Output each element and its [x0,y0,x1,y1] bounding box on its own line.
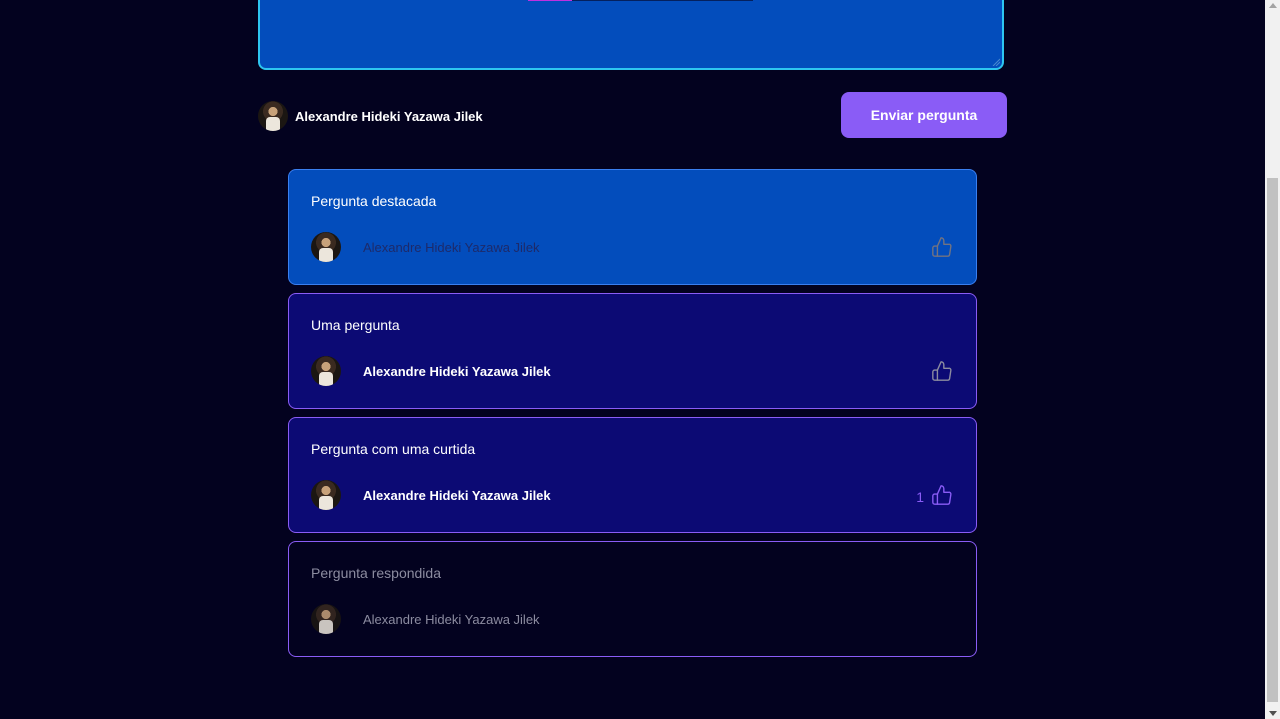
thumbs-up-icon [932,237,952,257]
question-footer: Alexandre Hideki Yazawa Jilek [311,604,954,634]
text-selection-mark [528,0,572,1]
question-list: Pergunta destacada Alexandre Hideki Yaza… [288,169,977,665]
question-author-name: Alexandre Hideki Yazawa Jilek [363,611,540,627]
like-area [924,356,954,386]
scroll-down-icon[interactable] [1269,711,1277,716]
question-content: Uma pergunta [311,317,400,333]
question-footer: Alexandre Hideki Yazawa Jilek [311,356,954,386]
question-author-avatar [311,232,341,262]
question-content: Pergunta respondida [311,565,441,581]
like-count: 1 [916,489,924,505]
question-author-name: Alexandre Hideki Yazawa Jilek [363,487,551,503]
question-author-name: Alexandre Hideki Yazawa Jilek [363,239,540,255]
user-name: Alexandre Hideki Yazawa Jilek [295,108,483,124]
send-question-button[interactable]: Enviar pergunta [841,92,1007,138]
question-footer: Alexandre Hideki Yazawa Jilek 1 [311,480,954,510]
text-caret-line [572,0,753,1]
question-card-liked: Pergunta com uma curtida Alexandre Hidek… [288,417,977,533]
like-area: 1 [916,480,954,510]
resize-grip-icon[interactable] [992,58,1000,66]
question-author-avatar [311,480,341,510]
thumbs-up-icon [932,361,952,381]
like-button[interactable] [930,483,954,507]
question-textarea[interactable] [258,0,1004,70]
scroll-thumb[interactable] [1267,178,1278,702]
page-scrollbar[interactable] [1265,0,1280,719]
question-content: Pergunta com uma curtida [311,441,476,457]
like-area [924,232,954,262]
question-card-highlighted: Pergunta destacada Alexandre Hideki Yaza… [288,169,977,285]
user-avatar [258,101,288,131]
question-author-avatar [311,604,341,634]
question-content: Pergunta destacada [311,193,437,209]
like-button[interactable] [930,235,954,259]
scroll-up-icon[interactable] [1269,3,1277,8]
question-author-avatar [311,356,341,386]
form-footer: Alexandre Hideki Yazawa Jilek Enviar per… [258,92,1007,138]
question-card-answered: Pergunta respondida Alexandre Hideki Yaz… [288,541,977,657]
page: Alexandre Hideki Yazawa Jilek Enviar per… [0,0,1280,719]
question-card: Uma pergunta Alexandre Hideki Yazawa Jil… [288,293,977,409]
user-info: Alexandre Hideki Yazawa Jilek [258,101,483,131]
question-footer: Alexandre Hideki Yazawa Jilek [311,232,954,262]
thumbs-up-icon [932,485,952,505]
like-button[interactable] [930,359,954,383]
question-author-name: Alexandre Hideki Yazawa Jilek [363,363,551,379]
